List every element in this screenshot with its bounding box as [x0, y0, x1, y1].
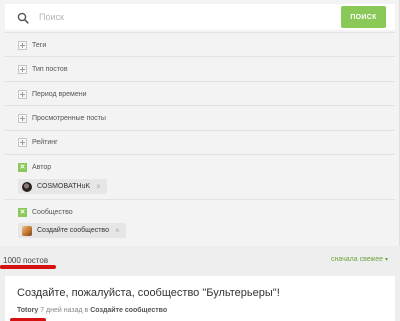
post-card: Создайте, пожалуйста, сообщество "Бульте… — [5, 276, 395, 321]
filter-label: Теги — [32, 41, 47, 49]
post-title[interactable]: Создайте, пожалуйста, сообщество "Бульте… — [17, 287, 280, 299]
annotation-marker-dot — [0, 265, 4, 269]
chip-label: Создайте сообщество — [37, 227, 109, 234]
post-time: 7 дней назад в — [38, 307, 91, 314]
plus-icon — [18, 64, 27, 74]
filter-rating[interactable]: Рейтинг — [18, 135, 58, 149]
post-author[interactable]: Totory — [17, 307, 38, 314]
sort-label: сначала свежее — [331, 256, 383, 263]
filter-time-period[interactable]: Период времени — [18, 87, 86, 101]
divider — [5, 56, 395, 57]
post-meta: Totory 7 дней назад в Создайте сообществ… — [17, 307, 167, 314]
close-icon[interactable]: × — [115, 226, 120, 235]
filter-community[interactable]: ✕ Сообщество — [18, 205, 73, 219]
divider — [5, 32, 395, 33]
plus-icon — [18, 40, 27, 50]
remove-filter-icon[interactable]: ✕ — [18, 207, 27, 217]
divider — [5, 154, 395, 155]
search-button[interactable]: ПОИСК — [341, 6, 386, 28]
annotation-marker — [0, 265, 56, 269]
filter-label: Рейтинг — [32, 138, 58, 146]
divider — [5, 130, 395, 131]
filter-label: Тип постов — [32, 65, 68, 73]
chevron-down-icon: ▾ — [385, 257, 389, 263]
sort-dropdown[interactable]: сначала свежее ▾ — [331, 256, 388, 263]
search-icon — [17, 11, 29, 24]
divider — [5, 105, 395, 106]
community-chip[interactable]: Создайте сообщество × — [18, 223, 126, 238]
filter-post-type[interactable]: Тип постов — [18, 62, 68, 76]
plus-icon — [18, 113, 27, 123]
filter-label: Сообщество — [32, 208, 73, 216]
filter-author[interactable]: ✕ Автор — [18, 160, 51, 174]
divider — [5, 199, 395, 200]
chip-label: COSMOBATHuK — [37, 183, 91, 190]
filter-tags[interactable]: Теги — [18, 38, 46, 52]
divider — [5, 81, 395, 82]
community-avatar — [22, 225, 32, 236]
remove-filter-icon[interactable]: ✕ — [18, 162, 27, 172]
author-chip[interactable]: COSMOBATHuK × — [18, 179, 107, 194]
post-community[interactable]: Создайте сообщество — [90, 307, 167, 314]
results-count: 1000 постов — [3, 256, 49, 265]
close-icon[interactable]: × — [96, 182, 101, 191]
plus-icon — [18, 137, 27, 147]
search-input[interactable] — [39, 8, 299, 26]
filter-label: Просмотренные посты — [32, 114, 106, 122]
plus-icon — [18, 89, 27, 99]
avatar — [22, 181, 32, 192]
search-bar: ПОИСК — [5, 4, 395, 30]
filter-label: Период времени — [32, 90, 87, 98]
filter-label: Автор — [32, 163, 52, 171]
filter-viewed-posts[interactable]: Просмотренные посты — [18, 111, 106, 125]
search-filter-panel: ПОИСК Теги Тип постов Период времени Про… — [0, 0, 400, 246]
